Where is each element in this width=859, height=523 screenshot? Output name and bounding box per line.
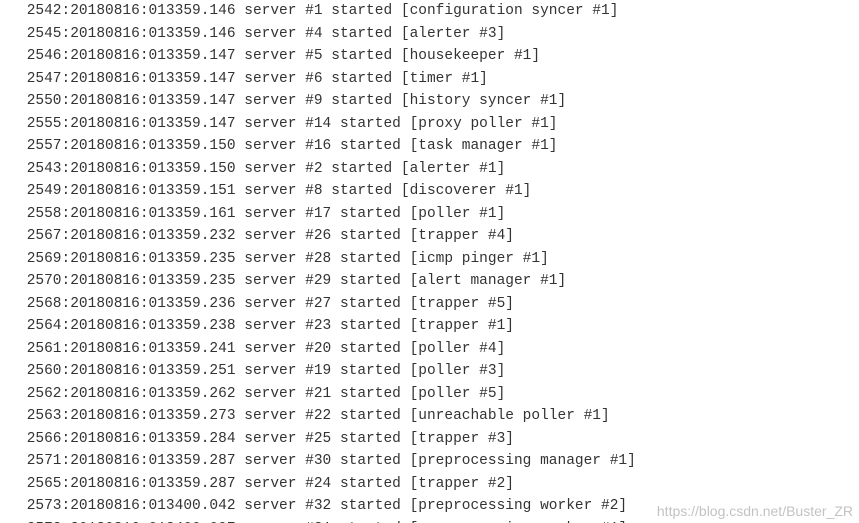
log-output: 2542:20180816:013359.146 server #1 start… bbox=[0, 0, 859, 523]
log-line: 2569:20180816:013359.235 server #28 star… bbox=[18, 248, 859, 271]
log-line: 2543:20180816:013359.150 server #2 start… bbox=[18, 158, 859, 181]
log-line: 2571:20180816:013359.287 server #30 star… bbox=[18, 450, 859, 473]
log-line: 2568:20180816:013359.236 server #27 star… bbox=[18, 293, 859, 316]
log-line: 2546:20180816:013359.147 server #5 start… bbox=[18, 45, 859, 68]
log-line: 2550:20180816:013359.147 server #9 start… bbox=[18, 90, 859, 113]
log-line: 2563:20180816:013359.273 server #22 star… bbox=[18, 405, 859, 428]
log-line: 2567:20180816:013359.232 server #26 star… bbox=[18, 225, 859, 248]
log-line: 2542:20180816:013359.146 server #1 start… bbox=[18, 0, 859, 23]
log-line: 2566:20180816:013359.284 server #25 star… bbox=[18, 428, 859, 451]
watermark-text: https://blog.csdn.net/Buster_ZR bbox=[657, 503, 853, 519]
log-line: 2545:20180816:013359.146 server #4 start… bbox=[18, 23, 859, 46]
log-line: 2549:20180816:013359.151 server #8 start… bbox=[18, 180, 859, 203]
log-line: 2560:20180816:013359.251 server #19 star… bbox=[18, 360, 859, 383]
log-line: 2570:20180816:013359.235 server #29 star… bbox=[18, 270, 859, 293]
log-line: 2564:20180816:013359.238 server #23 star… bbox=[18, 315, 859, 338]
log-line: 2561:20180816:013359.241 server #20 star… bbox=[18, 338, 859, 361]
log-line: 2555:20180816:013359.147 server #14 star… bbox=[18, 113, 859, 136]
log-line: 2547:20180816:013359.147 server #6 start… bbox=[18, 68, 859, 91]
log-line: 2557:20180816:013359.150 server #16 star… bbox=[18, 135, 859, 158]
log-line: 2562:20180816:013359.262 server #21 star… bbox=[18, 383, 859, 406]
log-line: 2558:20180816:013359.161 server #17 star… bbox=[18, 203, 859, 226]
log-line: 2565:20180816:013359.287 server #24 star… bbox=[18, 473, 859, 496]
